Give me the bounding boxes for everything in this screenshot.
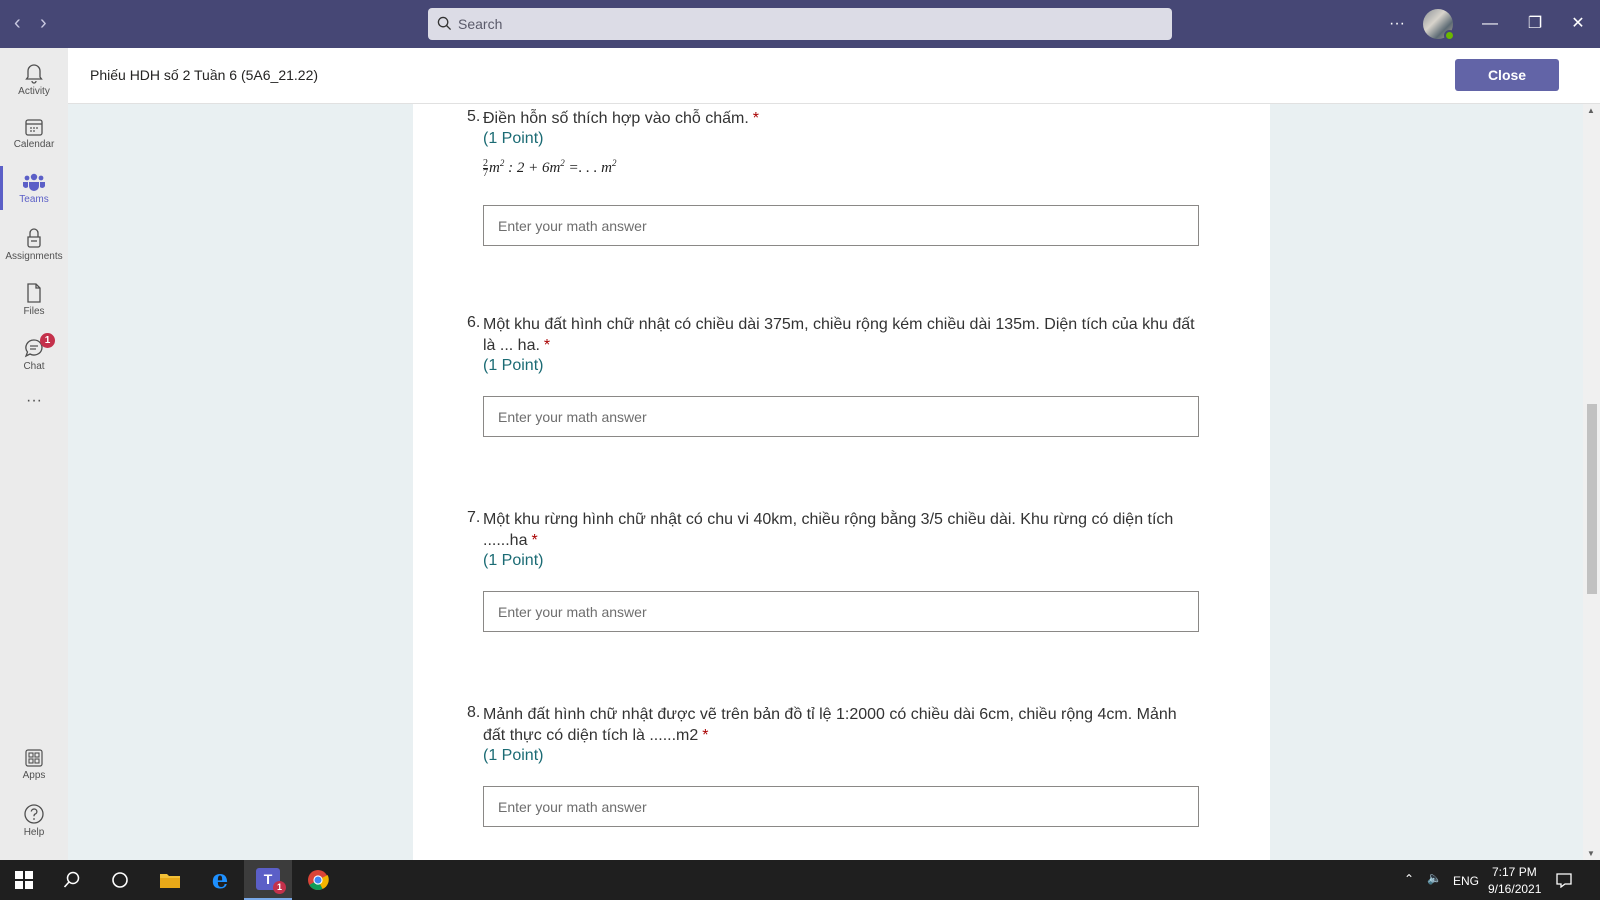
rail-item-activity[interactable]: Activity xyxy=(0,56,68,108)
scroll-thumb[interactable] xyxy=(1587,404,1597,594)
teams-taskbar-icon[interactable]: T 1 xyxy=(244,860,292,900)
question-number: 5. xyxy=(467,108,481,125)
required-marker: * xyxy=(752,110,759,127)
question-points: (1 Point) xyxy=(483,130,544,147)
bell-icon xyxy=(25,64,43,84)
title-bar: ‹ › ··· — ❐ ✕ xyxy=(0,0,1600,48)
question-number: 6. xyxy=(467,314,481,331)
window-close-icon[interactable]: ✕ xyxy=(1563,10,1593,38)
math-answer-input[interactable] xyxy=(483,591,1199,632)
math-answer-input[interactable] xyxy=(483,786,1199,827)
help-icon xyxy=(24,804,44,824)
scroll-down-arrow-icon[interactable]: ▼ xyxy=(1587,849,1595,858)
notifications-icon[interactable] xyxy=(1544,860,1584,900)
more-icon: ··· xyxy=(26,392,42,409)
vertical-scrollbar[interactable]: ▲ ▼ xyxy=(1583,104,1600,860)
rail-item-chat[interactable]: 1 Chat xyxy=(0,331,68,383)
rail-item-teams[interactable]: Teams xyxy=(0,166,68,218)
form-card: 5. Điền hỗn số thích hợp vào chỗ chấm. * … xyxy=(413,104,1270,860)
edge-browser-icon[interactable]: e xyxy=(196,860,244,900)
file-icon xyxy=(27,283,41,303)
chrome-browser-icon[interactable] xyxy=(294,860,342,900)
question-text: Mảnh đất hình chữ nhật được vẽ trên bản … xyxy=(483,706,1177,744)
question-text: Một khu đất hình chữ nhật có chiều dài 3… xyxy=(483,316,1195,354)
math-formula: 2 7 m2 : 2 + 6m2 =. . . m2 xyxy=(483,158,617,180)
question-text: Một khu rừng hình chữ nhật có chu vi 40k… xyxy=(483,511,1174,549)
math-answer-input[interactable] xyxy=(483,396,1199,437)
more-options-icon[interactable]: ··· xyxy=(1382,10,1412,38)
show-hidden-icons[interactable]: ⌃ xyxy=(1404,872,1414,886)
clock-date[interactable]: 9/16/2021 xyxy=(1488,882,1541,896)
file-explorer-icon[interactable] xyxy=(146,860,194,900)
search-icon xyxy=(437,16,452,31)
restore-icon[interactable]: ❐ xyxy=(1520,10,1550,38)
app-header: Phiếu HDH số 2 Tuần 6 (5A6_21.22) Close xyxy=(68,48,1600,104)
chat-badge: 1 xyxy=(40,333,55,348)
calendar-icon xyxy=(25,119,43,136)
math-answer-input[interactable] xyxy=(483,205,1199,246)
forward-arrow-icon[interactable]: › xyxy=(40,12,47,34)
windows-taskbar: e T 1 ⌃ 🔈 ENG 7:17 PM 9/16/2021 xyxy=(0,860,1600,900)
clock-time[interactable]: 7:17 PM xyxy=(1492,865,1537,879)
back-arrow-icon[interactable]: ‹ xyxy=(14,12,21,34)
question-text: Điền hỗn số thích hợp vào chỗ chấm. * xyxy=(483,110,759,127)
fraction: 2 7 xyxy=(483,158,488,180)
rail-item-apps[interactable]: Apps xyxy=(0,742,68,794)
search-input[interactable] xyxy=(458,8,1158,40)
page-title: Phiếu HDH số 2 Tuần 6 (5A6_21.22) xyxy=(90,67,319,83)
minimize-icon[interactable]: — xyxy=(1475,10,1505,38)
rail-item-calendar[interactable]: Calendar xyxy=(0,111,68,163)
search-box[interactable] xyxy=(428,8,1172,40)
presence-available-icon xyxy=(1444,30,1455,41)
question-number: 7. xyxy=(467,509,481,526)
form-viewport: 5. Điền hỗn số thích hợp vào chỗ chấm. * … xyxy=(68,104,1583,860)
windows-start-icon[interactable] xyxy=(0,860,48,900)
apps-icon xyxy=(25,749,43,767)
rail-item-assignments[interactable]: Assignments xyxy=(0,221,68,273)
app-rail: Activity Calendar Teams Assignments File… xyxy=(0,48,68,860)
avatar[interactable] xyxy=(1423,9,1455,41)
question-points: (1 Point) xyxy=(483,747,544,764)
teams-icon xyxy=(23,173,45,191)
taskbar-search-icon[interactable] xyxy=(48,860,96,900)
required-marker: * xyxy=(702,727,709,744)
close-button[interactable]: Close xyxy=(1455,59,1559,91)
question-number: 8. xyxy=(467,704,481,721)
question-points: (1 Point) xyxy=(483,552,544,569)
rail-item-help[interactable]: Help xyxy=(0,797,68,849)
language-indicator[interactable]: ENG xyxy=(1453,874,1479,888)
rail-item-files[interactable]: Files xyxy=(0,276,68,328)
scroll-up-arrow-icon[interactable]: ▲ xyxy=(1587,106,1595,115)
volume-icon[interactable]: 🔈 xyxy=(1427,871,1442,885)
assignments-icon xyxy=(27,228,41,248)
task-view-icon[interactable] xyxy=(96,860,144,900)
question-points: (1 Point) xyxy=(483,357,544,374)
required-marker: * xyxy=(543,337,551,354)
rail-item-more[interactable]: ··· xyxy=(0,392,68,444)
required-marker: * xyxy=(531,532,538,549)
teams-taskbar-badge: 1 xyxy=(273,881,286,894)
